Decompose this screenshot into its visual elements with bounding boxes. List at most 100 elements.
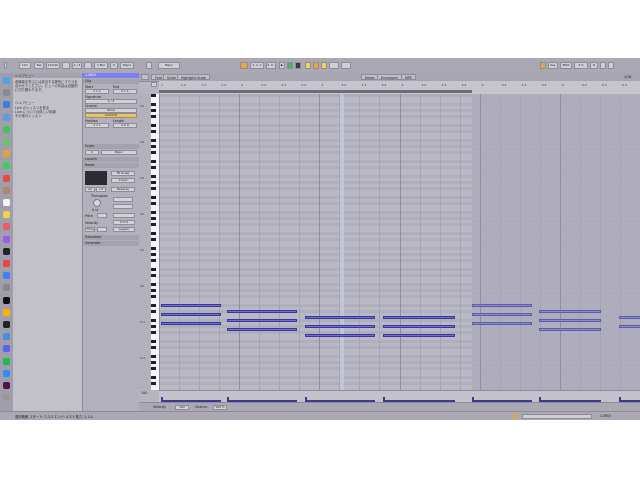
tap-button[interactable]: Tap bbox=[34, 62, 44, 69]
tempo-field[interactable]: 120.00 bbox=[46, 62, 60, 69]
safari-icon[interactable] bbox=[3, 101, 10, 109]
live-icon[interactable] bbox=[3, 296, 10, 304]
facetime-icon[interactable] bbox=[3, 162, 10, 170]
midi-note[interactable] bbox=[472, 322, 532, 325]
black-key[interactable] bbox=[151, 238, 156, 241]
time-field[interactable] bbox=[97, 227, 107, 232]
black-key[interactable] bbox=[151, 202, 156, 205]
launchpad-icon[interactable] bbox=[3, 89, 10, 97]
black-key[interactable] bbox=[151, 130, 156, 133]
black-key[interactable] bbox=[151, 253, 156, 256]
black-key[interactable] bbox=[151, 151, 156, 154]
discord-icon[interactable] bbox=[3, 345, 10, 353]
music-icon[interactable] bbox=[3, 223, 10, 231]
invert-button[interactable]: Invert bbox=[111, 178, 135, 183]
black-key[interactable] bbox=[151, 175, 156, 178]
notes-section-header[interactable]: Notes bbox=[83, 163, 139, 168]
tv-icon[interactable] bbox=[3, 247, 10, 255]
black-key[interactable] bbox=[151, 247, 156, 250]
black-key[interactable] bbox=[151, 325, 156, 328]
black-key[interactable] bbox=[151, 103, 156, 106]
transpose-knob[interactable] bbox=[93, 199, 101, 207]
black-key[interactable] bbox=[151, 289, 156, 292]
contacts-icon[interactable] bbox=[3, 186, 10, 194]
notes-icon[interactable] bbox=[3, 211, 10, 219]
midi-note[interactable] bbox=[227, 328, 297, 331]
midi-note[interactable] bbox=[539, 310, 601, 313]
nudge-up-button[interactable] bbox=[84, 62, 92, 69]
photos-icon[interactable] bbox=[3, 150, 10, 158]
mail-icon[interactable] bbox=[3, 113, 10, 121]
time-button[interactable]: Time bbox=[85, 227, 95, 232]
midi-note[interactable] bbox=[227, 319, 297, 322]
play-icon[interactable]: ▶ bbox=[279, 62, 285, 69]
black-key[interactable] bbox=[151, 124, 156, 127]
fit-scale-button[interactable]: Fit Scale bbox=[111, 171, 135, 176]
messages-icon[interactable] bbox=[3, 125, 10, 133]
black-key[interactable] bbox=[151, 187, 156, 190]
pitch-range-field[interactable] bbox=[113, 213, 135, 218]
automation-arm-icon[interactable] bbox=[305, 62, 311, 69]
overview-scrollbar[interactable] bbox=[522, 414, 592, 419]
transform-section-header[interactable]: Transform bbox=[83, 235, 139, 240]
black-key[interactable] bbox=[151, 382, 156, 385]
transpose-up-button[interactable] bbox=[113, 197, 133, 202]
zoom-icon[interactable] bbox=[3, 369, 10, 377]
scale-root-dropdown[interactable]: C bbox=[85, 150, 99, 155]
midi-note[interactable] bbox=[383, 325, 455, 328]
key-mapping-button[interactable]: Key bbox=[548, 62, 558, 69]
start-field[interactable]: 1 1 1 bbox=[85, 89, 109, 94]
terminal-icon[interactable] bbox=[3, 321, 10, 328]
black-key[interactable] bbox=[151, 304, 156, 307]
tab-envelopes[interactable]: Envelopes bbox=[377, 74, 402, 80]
finder-icon[interactable] bbox=[3, 77, 10, 84]
nudge-down-button[interactable] bbox=[62, 62, 70, 69]
tempo-nudge-icon[interactable] bbox=[4, 62, 7, 69]
clip-section-header[interactable]: Clip bbox=[83, 79, 139, 84]
velocity-footer-field[interactable]: 100 bbox=[175, 405, 189, 410]
midi-note[interactable] bbox=[619, 316, 640, 319]
loop-end-field[interactable]: 4. 0. 0 bbox=[266, 62, 276, 69]
metronome-interval[interactable]: 1 Bar bbox=[94, 62, 108, 69]
black-key[interactable] bbox=[151, 283, 156, 286]
black-key[interactable] bbox=[151, 181, 156, 184]
punch-in-button[interactable] bbox=[341, 62, 351, 69]
black-key[interactable] bbox=[151, 361, 156, 364]
velocity-field[interactable]: 0.0 % bbox=[113, 220, 135, 225]
help-link-3[interactable]: その他のレッスン bbox=[15, 114, 79, 118]
midi-note[interactable] bbox=[472, 313, 532, 316]
half-button[interactable]: ÷2 bbox=[96, 187, 106, 192]
midi-note[interactable] bbox=[305, 334, 375, 337]
key-button[interactable]: C bbox=[110, 62, 118, 69]
legato-button[interactable]: Legato bbox=[113, 227, 135, 232]
stop-icon[interactable] bbox=[287, 62, 293, 69]
midi-note[interactable] bbox=[539, 319, 601, 322]
podcasts-icon[interactable] bbox=[3, 235, 10, 243]
generate-section-header[interactable]: Generate bbox=[83, 241, 139, 246]
highlight-scale-button[interactable]: Highlight Scale bbox=[177, 74, 210, 80]
piano-keyboard[interactable] bbox=[151, 94, 159, 390]
commit-button[interactable]: Commit bbox=[85, 113, 137, 118]
scale-name-dropdown[interactable]: Major bbox=[101, 150, 137, 155]
midi-note[interactable] bbox=[619, 325, 640, 328]
midi-mapping-button[interactable]: MIDI bbox=[560, 62, 572, 69]
midi-note[interactable] bbox=[161, 313, 221, 316]
spotify-icon[interactable] bbox=[3, 357, 10, 365]
black-key[interactable] bbox=[151, 139, 156, 142]
midi-note[interactable] bbox=[161, 322, 221, 325]
trash-icon[interactable] bbox=[3, 394, 10, 402]
scale-dropdown[interactable]: Major bbox=[158, 62, 180, 69]
news-icon[interactable] bbox=[3, 260, 10, 267]
pitch-field[interactable] bbox=[97, 213, 107, 218]
reminders-icon[interactable] bbox=[3, 199, 10, 206]
black-key[interactable] bbox=[151, 319, 156, 322]
scale-section-header[interactable]: Scale bbox=[83, 144, 139, 149]
time-signature-field[interactable]: 4 / 4 bbox=[72, 62, 82, 69]
black-key[interactable] bbox=[151, 223, 156, 226]
black-key[interactable] bbox=[151, 274, 156, 277]
black-key[interactable] bbox=[151, 355, 156, 358]
position-field[interactable]: 1 1 1 bbox=[85, 123, 109, 128]
loop-brace[interactable] bbox=[159, 90, 472, 93]
black-key[interactable] bbox=[151, 232, 156, 235]
position-field[interactable]: 1. 1. 1 bbox=[250, 62, 264, 69]
